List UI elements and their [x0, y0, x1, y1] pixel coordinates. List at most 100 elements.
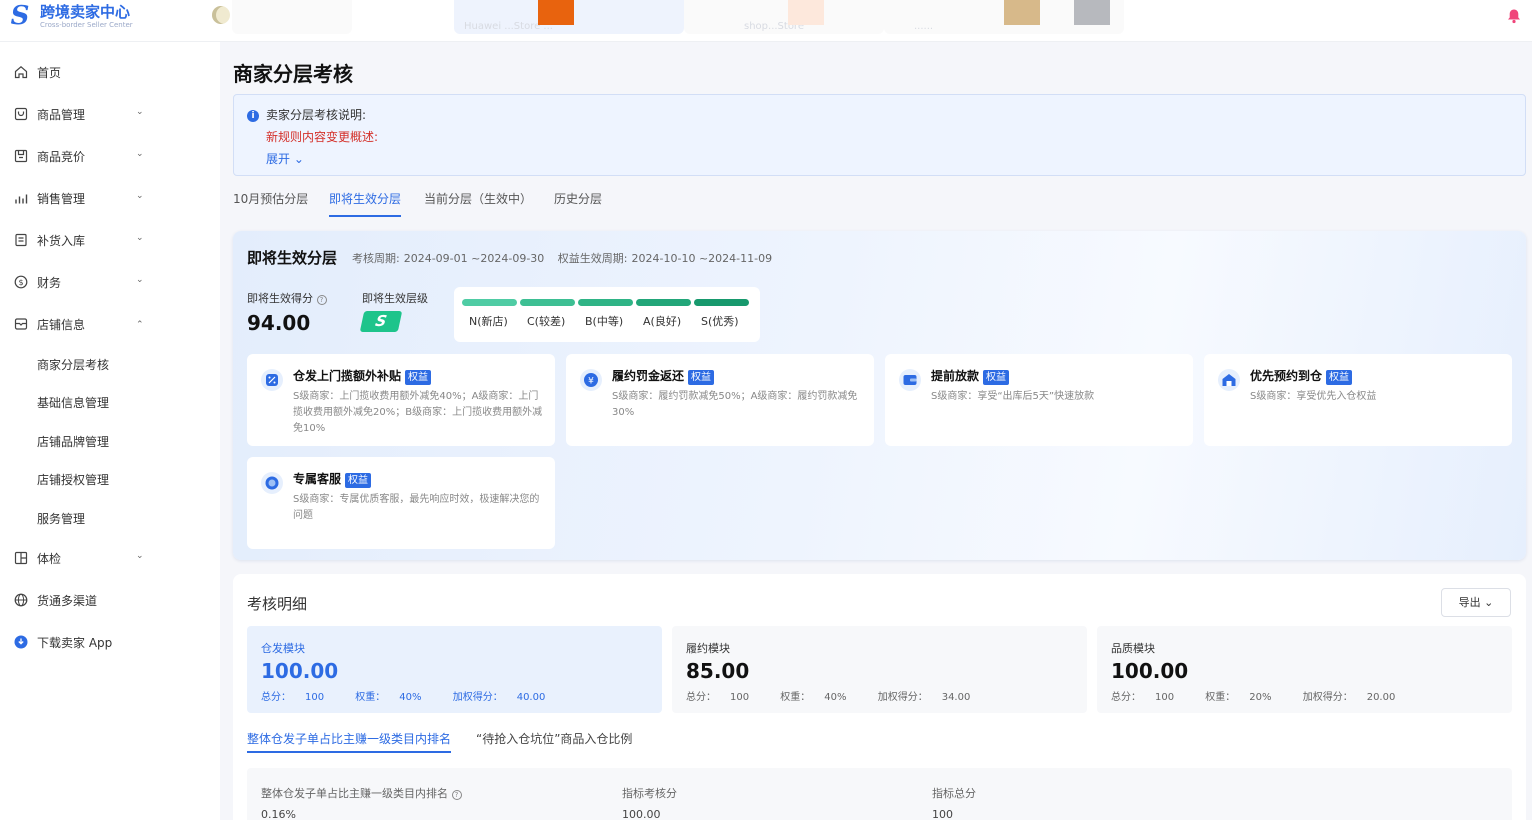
- chevron-down-icon: ⌄: [136, 233, 144, 243]
- benefit-card[interactable]: 提前放款 权益 S级商家：享受“出库后5天”快速放款: [885, 354, 1193, 446]
- weight-label: 权重：: [1205, 692, 1236, 703]
- warehouse-icon: [1218, 369, 1240, 391]
- tier-scale: N(新店) C(较差) B(中等) A(良好) S(优秀): [454, 287, 760, 342]
- benefit-card[interactable]: 优先预约到仓 权益 S级商家：享受优先入仓权益: [1204, 354, 1512, 446]
- weight-label: 权重：: [780, 692, 811, 703]
- sidebar-item-finance[interactable]: $ 财务 ⌄: [0, 262, 160, 302]
- module-total: 100: [305, 692, 325, 703]
- scale-label-b: B(中等): [585, 315, 624, 328]
- scale-label-n: N(新店): [469, 315, 508, 328]
- shop-tab[interactable]: shop...Store: [684, 0, 884, 34]
- scale-label-a: A(良好): [643, 315, 682, 328]
- sidebar-item-products[interactable]: 商品管理 ⌄: [0, 94, 160, 134]
- weighted-label: 加权得分：: [1302, 692, 1353, 703]
- tab-upcoming-tier[interactable]: 即将生效分层: [329, 190, 402, 217]
- module-stats: 总分： 100 权重： 20% 加权得分： 20.00: [1111, 688, 1423, 703]
- shop-avatar: [538, 0, 574, 25]
- bell-icon[interactable]: [1506, 8, 1522, 24]
- sidebar-subitem-tier-assessment[interactable]: 商家分层考核: [37, 356, 109, 373]
- sidebar-item-multichannel[interactable]: 货通多渠道: [0, 580, 160, 620]
- tab-history-tier[interactable]: 历史分层: [554, 190, 602, 217]
- total-label: 总分：: [1111, 692, 1141, 703]
- shop-tab[interactable]: [232, 0, 352, 34]
- sidebar-item-download-app[interactable]: 下载卖家 App: [0, 622, 160, 662]
- shop-tabs: Huawei ...Store ... shop...Store ......: [232, 0, 1124, 36]
- benefit-title: 提前放款 权益: [931, 367, 1010, 385]
- module-card-warehouse[interactable]: 仓发模块 100.00 总分： 100 权重： 40% 加权得分： 40.00: [247, 626, 662, 713]
- sidebar-item-label: 店铺信息: [37, 317, 86, 332]
- metric-value: 0.16%: [261, 808, 296, 820]
- score-label-text: 即将生效得分: [247, 292, 313, 305]
- tab-category-rank[interactable]: 整体仓发子单占比主赚一级类目内排名: [247, 730, 452, 753]
- weighted-label: 加权得分：: [877, 692, 928, 703]
- chart-icon: [14, 191, 28, 205]
- benefit-desc: S级商家：履约罚款减免50%；A级商家：履约罚款减免30%: [612, 391, 858, 418]
- app-logo[interactable]: S 跨境卖家中心 Cross-border Seller Center: [6, 2, 133, 30]
- sidebar-subitem-basic-info[interactable]: 基础信息管理: [37, 394, 109, 411]
- globe-icon: [14, 593, 28, 607]
- notice-rule-change[interactable]: 新规则内容变更概述:: [266, 128, 378, 145]
- metric-total-label: 指标总分: [932, 787, 976, 800]
- info-icon: i: [247, 110, 259, 122]
- chevron-down-icon: ⌄: [136, 191, 144, 201]
- sidebar-item-restock[interactable]: 补货入库 ⌄: [0, 220, 160, 260]
- tab-current-tier[interactable]: 当前分层（生效中）: [424, 190, 532, 217]
- benefit-desc: S级商家：上门揽收费用额外减免40%；A级商家：上门揽收费用额外减免20%；B级…: [293, 391, 543, 434]
- benefit-period-label: 权益生效周期:: [557, 252, 628, 265]
- level-label: 即将生效层级: [362, 292, 428, 305]
- weight-label: 权重：: [355, 692, 386, 703]
- logo-icon: S: [10, 1, 30, 31]
- benefit-title: 履约罚金返还 权益: [612, 367, 715, 385]
- sidebar-subitem-brand[interactable]: 店铺品牌管理: [37, 433, 109, 450]
- module-weight: 40%: [824, 692, 847, 703]
- scale-segment-n: [462, 299, 517, 306]
- scale-segment-c: [520, 299, 575, 306]
- sidebar-item-sales[interactable]: 销售管理 ⌄: [0, 178, 160, 218]
- benefit-desc: S级商家：享受优先入仓权益: [1250, 391, 1377, 402]
- sidebar-subitem-service[interactable]: 服务管理: [37, 510, 85, 527]
- metric-name-text: 整体仓发子单占比主赚一级类目内排名: [261, 787, 448, 800]
- module-card-fulfillment[interactable]: 履约模块 85.00 总分： 100 权重： 40% 加权得分： 34.00: [672, 626, 1087, 713]
- sidebar-item-label: 财务: [37, 275, 62, 290]
- help-icon[interactable]: ?: [316, 295, 327, 305]
- scale-segment-b: [578, 299, 633, 306]
- benefit-card[interactable]: 仓发上门揽额外补贴 权益 S级商家：上门揽收费用额外减免40%；A级商家：上门揽收…: [247, 354, 555, 446]
- benefit-tag: 权益: [1326, 370, 1353, 385]
- sidebar-subitem-authorization[interactable]: 店铺授权管理: [37, 471, 109, 488]
- sidebar-item-shop-info[interactable]: 店铺信息 ⌃: [0, 304, 160, 344]
- chevron-down-icon: ⌄: [136, 149, 144, 159]
- svg-text:¥: ¥: [588, 377, 594, 387]
- benefit-card[interactable]: ¥ 履约罚金返还 权益 S级商家：履约罚款减免50%；A级商家：履约罚款减免30%: [566, 354, 874, 446]
- tab-october-estimate[interactable]: 10月预估分层: [233, 190, 308, 217]
- sidebar-item-checkup[interactable]: 体检 ⌄: [0, 538, 160, 578]
- benefit-title-text: 专属客服: [293, 472, 342, 486]
- scale-segment-s: [694, 299, 749, 306]
- export-button[interactable]: 导出 ⌄: [1441, 588, 1511, 617]
- tab-slot-ratio[interactable]: “待抢入仓坑位”商品入仓比例: [476, 730, 632, 753]
- score-label: 即将生效得分 ?: [247, 290, 327, 306]
- expand-label: 展开: [266, 152, 291, 166]
- sidebar-item-bidding[interactable]: 商品竞价 ⌄: [0, 136, 160, 176]
- tier-score: 94.00: [247, 311, 311, 335]
- total-label: 总分：: [261, 692, 291, 703]
- chevron-up-icon: ⌃: [136, 320, 144, 330]
- scale-label-s: S(优秀): [701, 315, 739, 328]
- module-weight: 40%: [399, 692, 422, 703]
- sidebar-item-label: 体检: [37, 551, 62, 566]
- benefit-desc: S级商家：享受“出库后5天”快速放款: [931, 391, 1095, 402]
- benefit-card[interactable]: 专属客服 权益 S级商家：专属优质客服，最先响应时效，极速解决您的问题: [247, 457, 555, 549]
- assess-period: 2024-09-01 ~2024-09-30: [403, 252, 545, 265]
- sidebar-item-home[interactable]: 首页: [0, 52, 160, 92]
- module-total: 100: [730, 692, 750, 703]
- moon-icon[interactable]: [212, 6, 230, 24]
- checkup-icon: [14, 551, 28, 565]
- tier-periods: 考核周期: 2024-09-01 ~2024-09-30 权益生效周期: 2024-…: [352, 250, 772, 266]
- shop-avatar: [1074, 0, 1110, 25]
- module-name: 仓发模块: [261, 642, 305, 655]
- module-card-quality[interactable]: 品质模块 100.00 总分： 100 权重： 20% 加权得分： 20.00: [1097, 626, 1512, 713]
- help-icon[interactable]: ?: [451, 790, 462, 800]
- tier-title: 即将生效分层: [247, 249, 338, 267]
- app-title: 跨境卖家中心: [40, 2, 131, 21]
- wallet-icon: [899, 369, 921, 391]
- notice-expand-link[interactable]: 展开 ⌄: [266, 150, 304, 167]
